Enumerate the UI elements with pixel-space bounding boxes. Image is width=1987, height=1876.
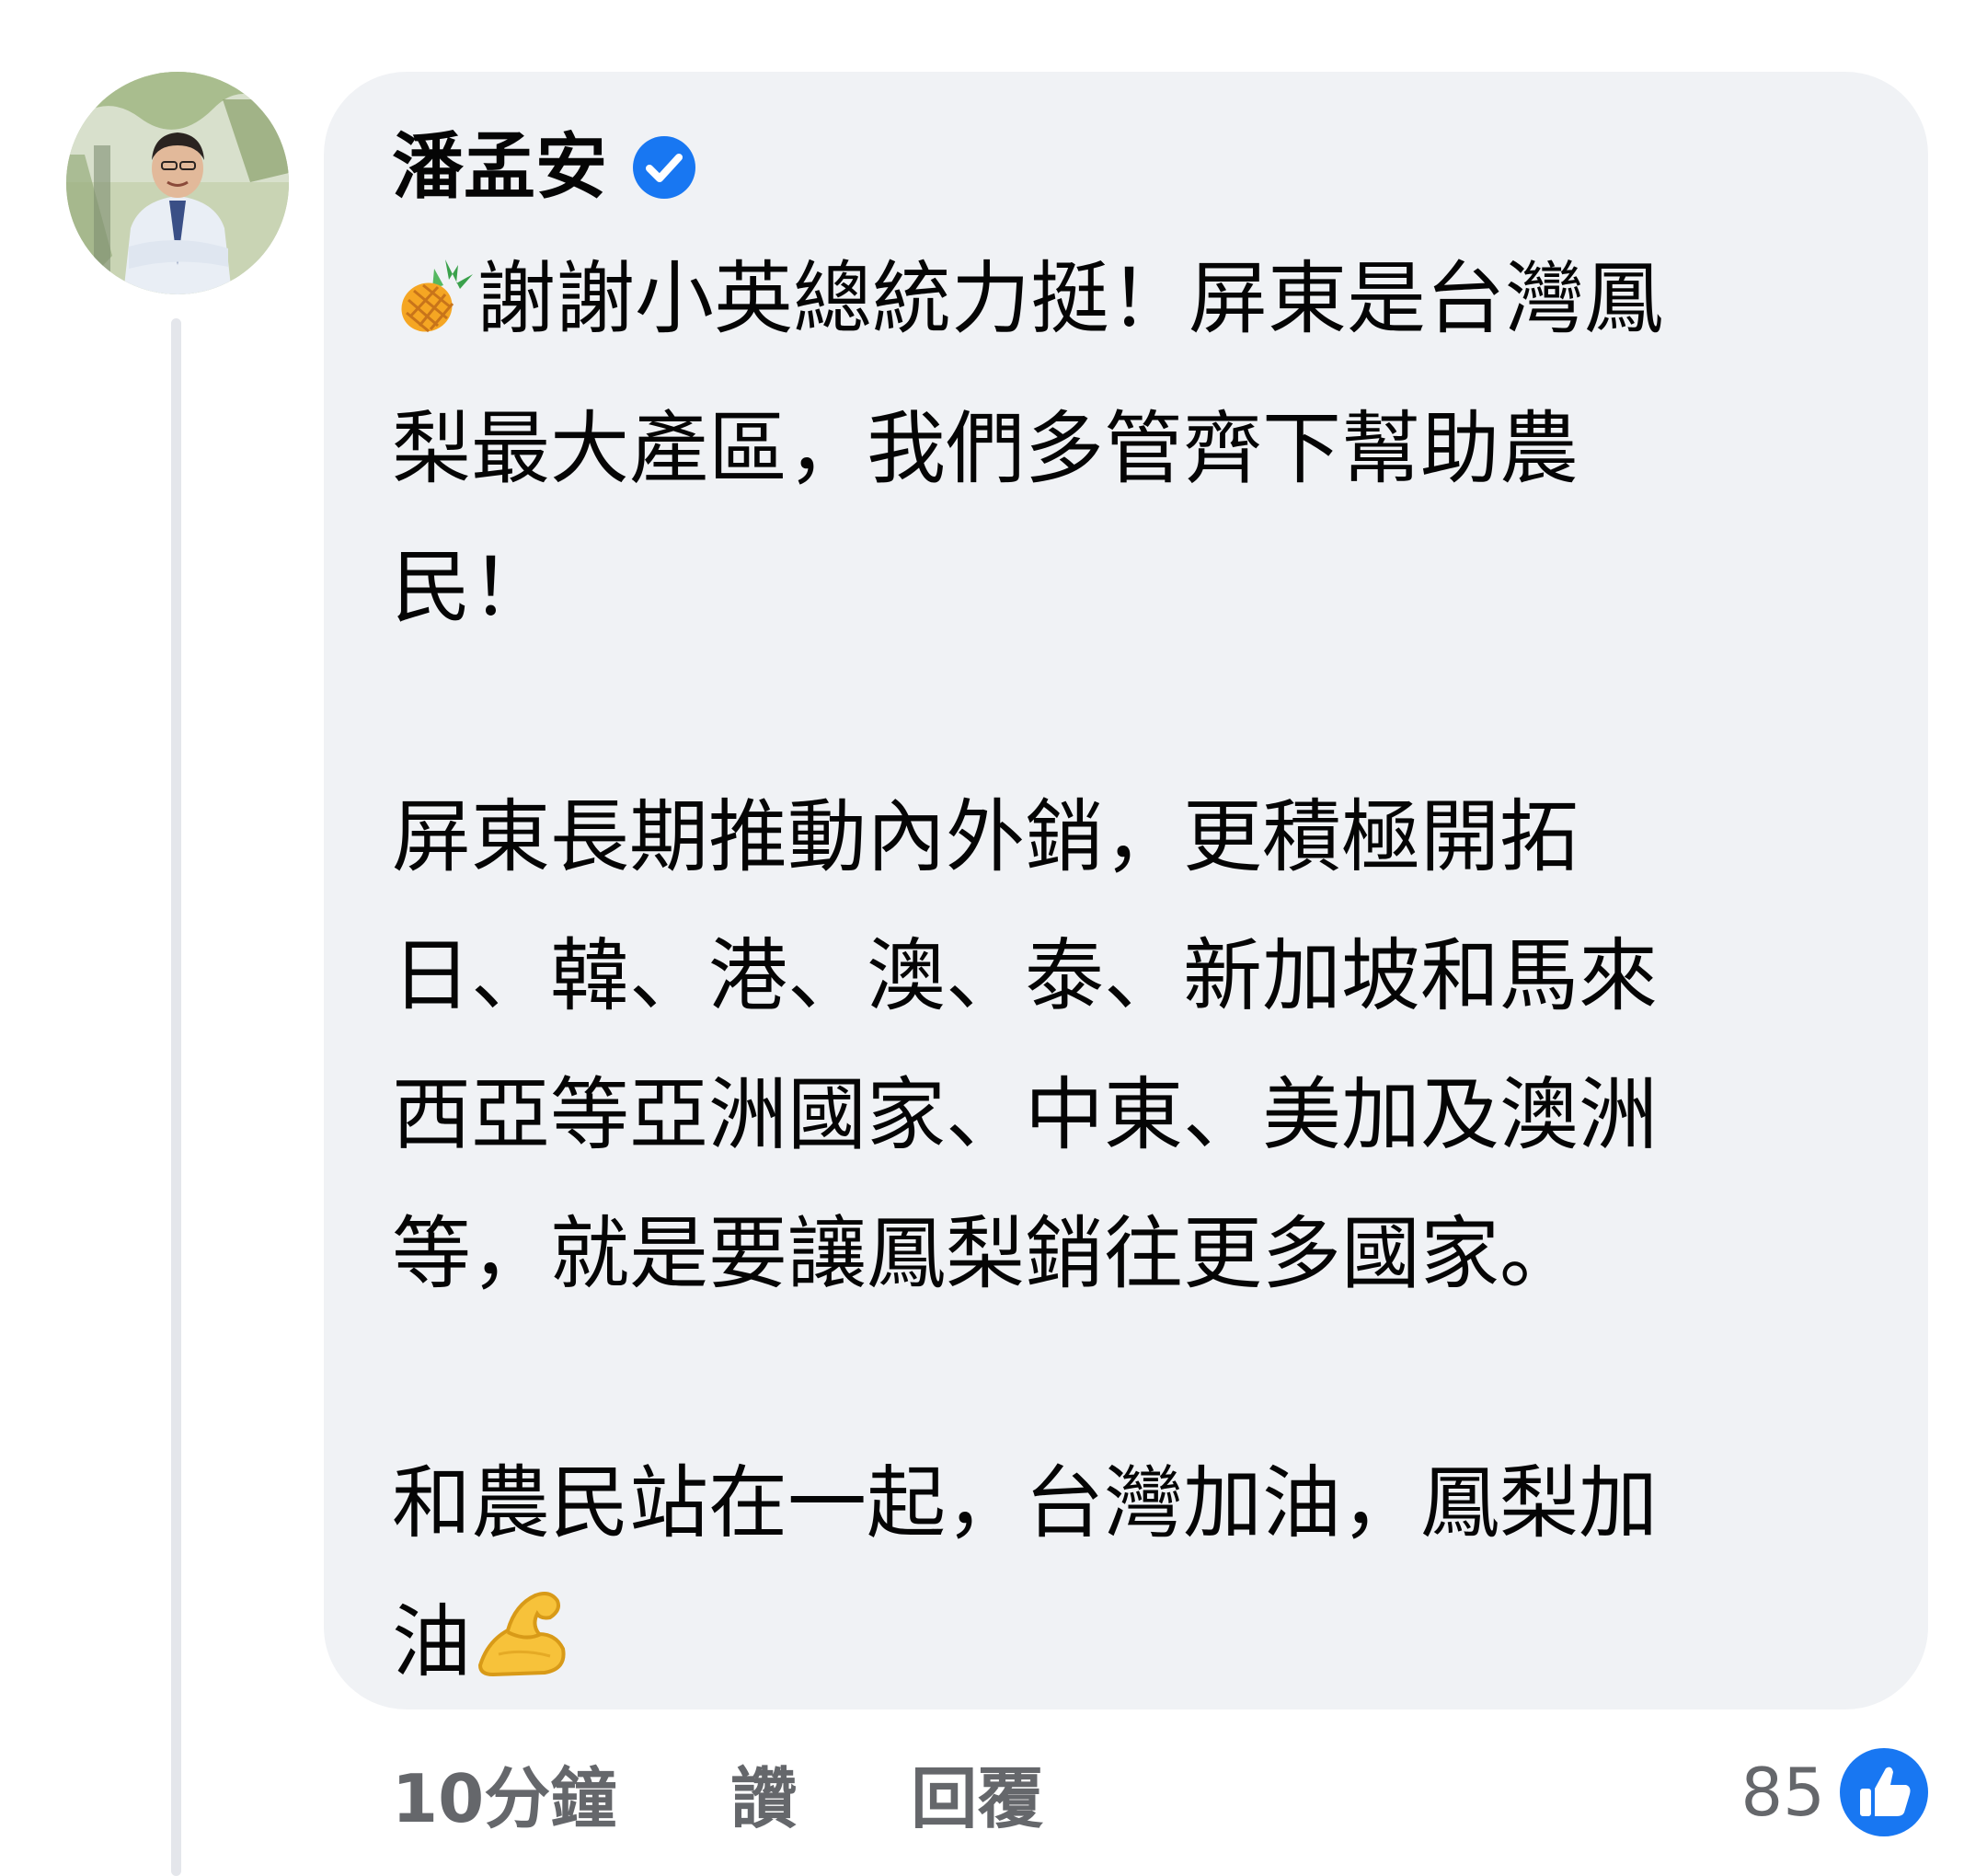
comment-text: 謝謝小英總統力挺！屏東是台灣鳳 梨最大產區，我們多管齊下幫助農 民！ 屏東長期推… [392,230,1864,1723]
comment-line-6: 西亞等亞洲國家、中東、美加及澳洲 [392,1069,1658,1161]
verified-badge-icon [633,136,696,199]
reply-button[interactable]: 回覆 [911,1744,1043,1841]
comment-line-1: 謝謝小英總統力挺！屏東是台灣鳳 [392,230,1864,380]
comment-timestamp[interactable]: 10分鐘 [392,1744,616,1841]
comment-line-2: 梨最大產區，我們多管齊下幫助農 [392,403,1579,495]
author-avatar[interactable] [66,72,289,294]
flexed-biceps-emoji [471,1577,574,1723]
pineapple-emoji [392,241,477,380]
comment-line-3: 民！ [392,542,550,634]
reaction-count: 85 [1740,1754,1825,1831]
comment-line-8: 和農民站在一起，台灣加油，鳳梨加 [392,1457,1658,1549]
comment-author-row: 潘孟安 [392,121,697,213]
comment-line-4: 屏東長期推動內外銷，更積極開拓 [392,791,1579,883]
like-button[interactable]: 讚 [730,1744,797,1841]
avatar-image [66,72,289,294]
reaction-summary[interactable]: 85 [1740,1737,1930,1847]
comment-line-9: 油 [392,1573,1864,1723]
comment-actions: 10分鐘 讚 回覆 [392,1737,1043,1847]
like-thumbs-up-icon [1840,1748,1928,1836]
comment-line-5: 日、韓、港、澳、泰、新加坡和馬來 [392,930,1658,1022]
comment-line-7: 等，就是要讓鳳梨銷往更多國家。 [392,1208,1579,1300]
author-name-link[interactable]: 潘孟安 [392,121,607,213]
thread-connector-line [171,318,181,1876]
